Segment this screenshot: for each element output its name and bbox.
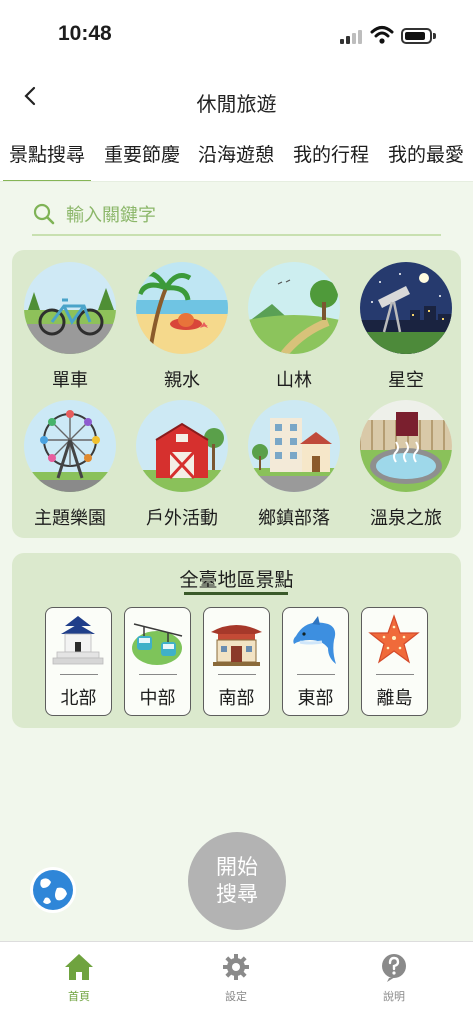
beach-icon xyxy=(136,262,228,354)
nav-home[interactable]: 首頁 xyxy=(39,952,119,1004)
category-forest[interactable]: 山林 xyxy=(239,262,349,392)
temple-icon xyxy=(211,625,262,666)
region-divider xyxy=(218,674,256,675)
category-theme-park[interactable]: 主題樂園 xyxy=(15,400,125,530)
wifi-icon xyxy=(370,26,394,44)
town-icon xyxy=(248,400,340,492)
region-islands[interactable]: 離島 xyxy=(361,607,428,716)
region-divider xyxy=(297,674,335,675)
tab-festivals[interactable]: 重要節慶 xyxy=(104,140,180,167)
region-panel: 全臺地區景點 北部 中部 南部 東部 離島 xyxy=(12,553,461,728)
search-bar xyxy=(32,196,441,236)
region-central[interactable]: 中部 xyxy=(124,607,191,716)
mountain-icon xyxy=(248,262,340,354)
category-outdoor[interactable]: 戶外活動 xyxy=(127,400,237,530)
starfish-icon xyxy=(368,614,420,664)
region-panel-title: 全臺地區景點 xyxy=(179,569,294,591)
category-label: 主題樂園 xyxy=(34,508,106,529)
region-north[interactable]: 北部 xyxy=(45,607,112,716)
cable-car-icon xyxy=(132,623,183,665)
telescope-icon xyxy=(360,262,452,354)
category-label: 戶外活動 xyxy=(146,508,218,529)
region-divider xyxy=(376,674,414,675)
start-button-line2: 搜尋 xyxy=(216,882,258,907)
category-label: 單車 xyxy=(52,370,88,391)
search-icon xyxy=(33,203,55,225)
nav-settings[interactable]: 設定 xyxy=(196,952,276,1004)
nav-label: 設定 xyxy=(225,990,247,1003)
help-icon xyxy=(382,954,406,982)
app-header: 休閒旅遊 xyxy=(0,74,473,126)
gear-icon xyxy=(223,954,249,980)
region-divider xyxy=(60,674,98,675)
tab-attraction-search[interactable]: 景點搜尋 xyxy=(2,140,92,181)
region-label: 離島 xyxy=(376,688,413,709)
page-title: 休閒旅遊 xyxy=(196,92,277,116)
start-button-line1: 開始 xyxy=(216,855,258,879)
category-label: 親水 xyxy=(164,370,200,391)
region-label: 南部 xyxy=(218,688,255,709)
search-input[interactable] xyxy=(66,200,426,230)
hot-spring-icon xyxy=(360,400,452,492)
region-south[interactable]: 南部 xyxy=(203,607,270,716)
category-water[interactable]: 親水 xyxy=(127,262,237,392)
category-hot-spring[interactable]: 溫泉之旅 xyxy=(351,400,461,530)
barn-icon xyxy=(136,400,228,492)
start-search-button[interactable]: 開始 搜尋 xyxy=(188,832,286,930)
nav-label: 首頁 xyxy=(68,990,90,1003)
category-cycling[interactable]: 單車 xyxy=(15,262,125,392)
bicycle-icon xyxy=(24,262,116,354)
status-bar: 10:48 xyxy=(0,0,473,74)
category-label: 山林 xyxy=(276,370,312,391)
nav-label: 說明 xyxy=(383,990,405,1003)
region-label: 中部 xyxy=(139,688,176,709)
tab-my-favorites[interactable]: 我的最愛 xyxy=(388,140,464,167)
region-label: 東部 xyxy=(297,688,334,709)
region-label: 北部 xyxy=(60,688,97,709)
tab-bar: 景點搜尋 重要節慶 沿海遊憩 我的行程 我的最愛 xyxy=(0,126,473,182)
title-underline xyxy=(184,592,288,595)
bottom-nav: 首頁 設定 說明 xyxy=(0,941,473,1024)
ferris-wheel-icon xyxy=(24,400,116,492)
category-panel: 單車 親水 山林 星空 主題樂園 戶外活動 鄉鎮部落 溫泉之旅 xyxy=(12,250,461,538)
home-icon xyxy=(65,954,93,980)
category-label: 溫泉之旅 xyxy=(370,508,442,529)
status-time: 10:48 xyxy=(58,22,112,45)
globe-icon[interactable] xyxy=(29,866,77,914)
category-label: 鄉鎮部落 xyxy=(258,508,330,529)
nav-help[interactable]: 說明 xyxy=(354,952,434,1004)
tab-my-itinerary[interactable]: 我的行程 xyxy=(293,140,369,167)
category-towns[interactable]: 鄉鎮部落 xyxy=(239,400,349,530)
dolphin-icon xyxy=(293,616,336,664)
memorial-hall-icon xyxy=(52,616,104,665)
tab-coastal-recreation[interactable]: 沿海遊憩 xyxy=(198,140,274,167)
signal-icon xyxy=(340,29,364,44)
category-label: 星空 xyxy=(388,370,424,391)
region-east[interactable]: 東部 xyxy=(282,607,349,716)
region-divider xyxy=(139,674,177,675)
battery-icon xyxy=(401,28,436,44)
category-stargazing[interactable]: 星空 xyxy=(351,262,461,392)
